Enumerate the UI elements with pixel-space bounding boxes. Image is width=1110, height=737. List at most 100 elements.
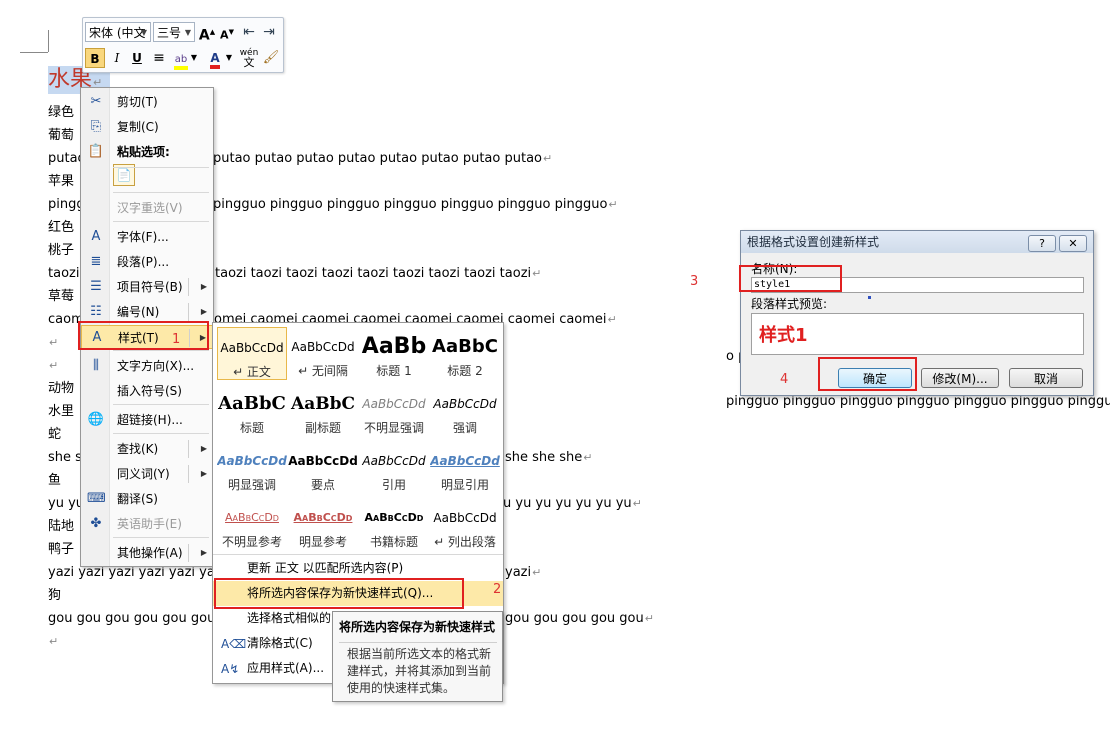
menu-item-label: 剪切(T) xyxy=(117,95,158,109)
quick-style-list[interactable]: AaBbCcDd ↵ 列出段落 xyxy=(430,498,500,551)
font-size-combo[interactable]: 三号 ▼ xyxy=(153,22,195,42)
document-paragraph[interactable]: 陆地 xyxy=(48,518,74,536)
quick-style-subtitle[interactable]: AaBbC 副标题 xyxy=(288,384,358,437)
menu-item-label: 翻译(S) xyxy=(117,492,158,506)
phonetic-guide-button[interactable]: wén 文 xyxy=(239,48,259,68)
bold-button[interactable]: B xyxy=(85,48,105,68)
menu-item-translate[interactable]: ⌨ 翻译(S) xyxy=(81,487,213,511)
document-paragraph[interactable]: taozi xyxy=(48,265,79,283)
document-paragraph[interactable]: yu yu xyxy=(48,495,84,513)
format-painter-icon: 🖌 xyxy=(262,50,280,65)
quick-style-iref[interactable]: AaBbCcDd 明显参考 xyxy=(288,498,358,551)
modify-button[interactable]: 修改(M)... xyxy=(921,368,999,388)
submenu-divider xyxy=(188,278,189,296)
quick-style-emph[interactable]: AaBbCcDd 强调 xyxy=(430,384,500,437)
menu-item-find[interactable]: 查找(K) ▶ xyxy=(81,437,213,461)
paragraph-text[interactable]: she she she↵ xyxy=(505,449,593,467)
menu-item-reconvert: 汉字重选(V) xyxy=(81,196,213,220)
paste-keep-icon: 📄 xyxy=(116,168,132,182)
style-name: 副标题 xyxy=(304,421,341,435)
font-color-dropdown[interactable]: ▼ xyxy=(224,48,234,68)
submenu-arrow-icon: ▶ xyxy=(200,282,207,291)
document-paragraph[interactable]: ↵ xyxy=(48,357,58,375)
menu-item-synonym[interactable]: 同义词(Y) ▶ xyxy=(81,462,213,486)
paragraph-text: 草莓 xyxy=(48,289,75,304)
menu-item-font[interactable]: A 字体(F)... xyxy=(81,225,213,249)
menu-item-paste[interactable]: 📋 粘贴选项: xyxy=(81,140,213,164)
paragraph-text[interactable]: gou gou gou gou gou↵ xyxy=(505,610,654,628)
menu-item-more[interactable]: 其他操作(A) ▶ xyxy=(81,541,213,565)
document-paragraph[interactable]: ↵ xyxy=(48,633,58,651)
document-paragraph[interactable]: 蛇 xyxy=(48,426,61,444)
document-paragraph[interactable]: 桃子 xyxy=(48,242,74,260)
menu-item-symbol[interactable]: 插入符号(S) xyxy=(81,379,213,403)
quick-style-normal[interactable]: AaBbCcDd ↵ 正文 xyxy=(217,327,287,380)
menu-item-label: 粘贴选项: xyxy=(117,145,170,159)
help-button[interactable]: ? xyxy=(1028,235,1056,252)
document-paragraph[interactable]: 鱼 xyxy=(48,472,61,490)
quick-style-subtle[interactable]: AaBbCcDd 不明显强调 xyxy=(359,384,429,437)
close-button[interactable]: ✕ xyxy=(1059,235,1087,252)
document-paragraph[interactable]: 鸭子 xyxy=(48,541,74,559)
quick-style-h2[interactable]: AaBbC 标题 2 xyxy=(430,327,500,380)
decrease-indent-button[interactable]: ⇤ xyxy=(239,22,259,42)
paragraph-fragment: yazi xyxy=(505,565,532,580)
increase-indent-button[interactable]: ⇥ xyxy=(259,22,279,42)
menu-item-paragraph[interactable]: ≣ 段落(P)... xyxy=(81,250,213,274)
modify-label: 修改(M)... xyxy=(932,372,988,386)
document-paragraph[interactable]: 葡萄 xyxy=(48,127,74,145)
menu-item-hyperlink[interactable]: 🌐 超链接(H)... xyxy=(81,408,213,432)
document-paragraph[interactable]: ↵ xyxy=(48,334,58,352)
dialog-titlebar[interactable]: 根据格式设置创建新样式 ? ✕ xyxy=(741,231,1093,253)
font-name-combo[interactable]: 宋体 (中文 ▼ xyxy=(85,22,151,42)
paragraph-text[interactable]: yazi↵ xyxy=(505,564,541,582)
document-paragraph[interactable]: 草莓 xyxy=(48,288,74,306)
menu-item-bullets[interactable]: ☰ 项目符号(B) ▶ xyxy=(81,275,213,299)
quick-style-h1[interactable]: AaBb 标题 1 xyxy=(359,327,429,380)
quick-style-intense[interactable]: AaBbCcDd 明显强调 xyxy=(217,441,287,494)
paragraph-text[interactable]: pingguo pingguo pingguo pingguo pingguo … xyxy=(213,196,618,214)
quick-style-title[interactable]: AaBbC 标题 xyxy=(217,384,287,437)
document-paragraph[interactable]: 红色 xyxy=(48,219,74,237)
menu-item-copy[interactable]: ⎘ 复制(C) xyxy=(81,115,213,139)
gallery-divider xyxy=(213,554,503,555)
italic-button[interactable]: I xyxy=(107,48,127,68)
paragraph-text[interactable]: putao putao putao putao putao putao puta… xyxy=(213,150,552,168)
shrink-font-button[interactable]: A▼ xyxy=(217,22,237,42)
menu-item-label: 插入符号(S) xyxy=(117,384,182,398)
document-paragraph[interactable]: gou gou gou gou gou gou xyxy=(48,610,215,628)
page-corner-mark xyxy=(48,30,49,52)
document-paragraph[interactable]: 绿色 xyxy=(48,104,74,122)
quick-style-normal[interactable]: AaBbCcDd ↵ 无间隔 xyxy=(288,327,358,380)
paragraph-text: gou gou gou gou gou gou xyxy=(48,611,216,626)
style-name: 明显引用 xyxy=(440,478,489,492)
gallery-action-label: 应用样式(A)... xyxy=(247,661,325,675)
quick-style-quote[interactable]: AaBbCcDd 引用 xyxy=(359,441,429,494)
document-paragraph[interactable]: 狗 xyxy=(48,587,61,605)
paragraph-text[interactable]: taozi taozi taozi taozi taozi taozi taoz… xyxy=(215,265,541,283)
document-paragraph[interactable]: 水里 xyxy=(48,403,74,421)
annotation-number-3: 3 xyxy=(690,274,699,289)
decrease-indent-icon: ⇤ xyxy=(243,24,255,40)
highlight-button[interactable]: ab xyxy=(171,48,191,70)
quick-style-book[interactable]: AaBbCcDd 书籍标题 xyxy=(359,498,429,551)
document-paragraph[interactable]: 苹果 xyxy=(48,173,74,191)
document-paragraph[interactable]: 动物 xyxy=(48,380,74,398)
paragraph-text[interactable]: u yu yu yu yu yu yu↵ xyxy=(503,495,642,513)
menu-separator xyxy=(113,221,209,222)
quick-style-iquote[interactable]: AaBbCcDd 明显引用 xyxy=(430,441,500,494)
highlight-dropdown[interactable]: ▼ xyxy=(189,48,199,68)
apply-style-icon: A↯ xyxy=(221,662,240,676)
quick-style-strong[interactable]: AaBbCcDd 要点 xyxy=(288,441,358,494)
preview-label: 段落样式预览: xyxy=(751,297,828,311)
underline-button[interactable]: U xyxy=(127,48,147,68)
annotation-box-2 xyxy=(214,578,464,609)
quick-style-sref[interactable]: AaBbCcDd 不明显参考 xyxy=(217,498,287,551)
menu-item-scissors[interactable]: ✂ 剪切(T) xyxy=(81,90,213,114)
menu-item-text-direction[interactable]: ⫼ 文字方向(X)... xyxy=(81,354,213,378)
font-color-button[interactable]: A xyxy=(205,48,225,69)
cancel-button[interactable]: 取消 xyxy=(1009,368,1083,388)
format-painter-button[interactable]: 🖌 xyxy=(261,48,281,68)
center-align-button[interactable]: ≡ xyxy=(149,48,169,68)
grow-font-button[interactable]: A▲ xyxy=(197,22,217,44)
